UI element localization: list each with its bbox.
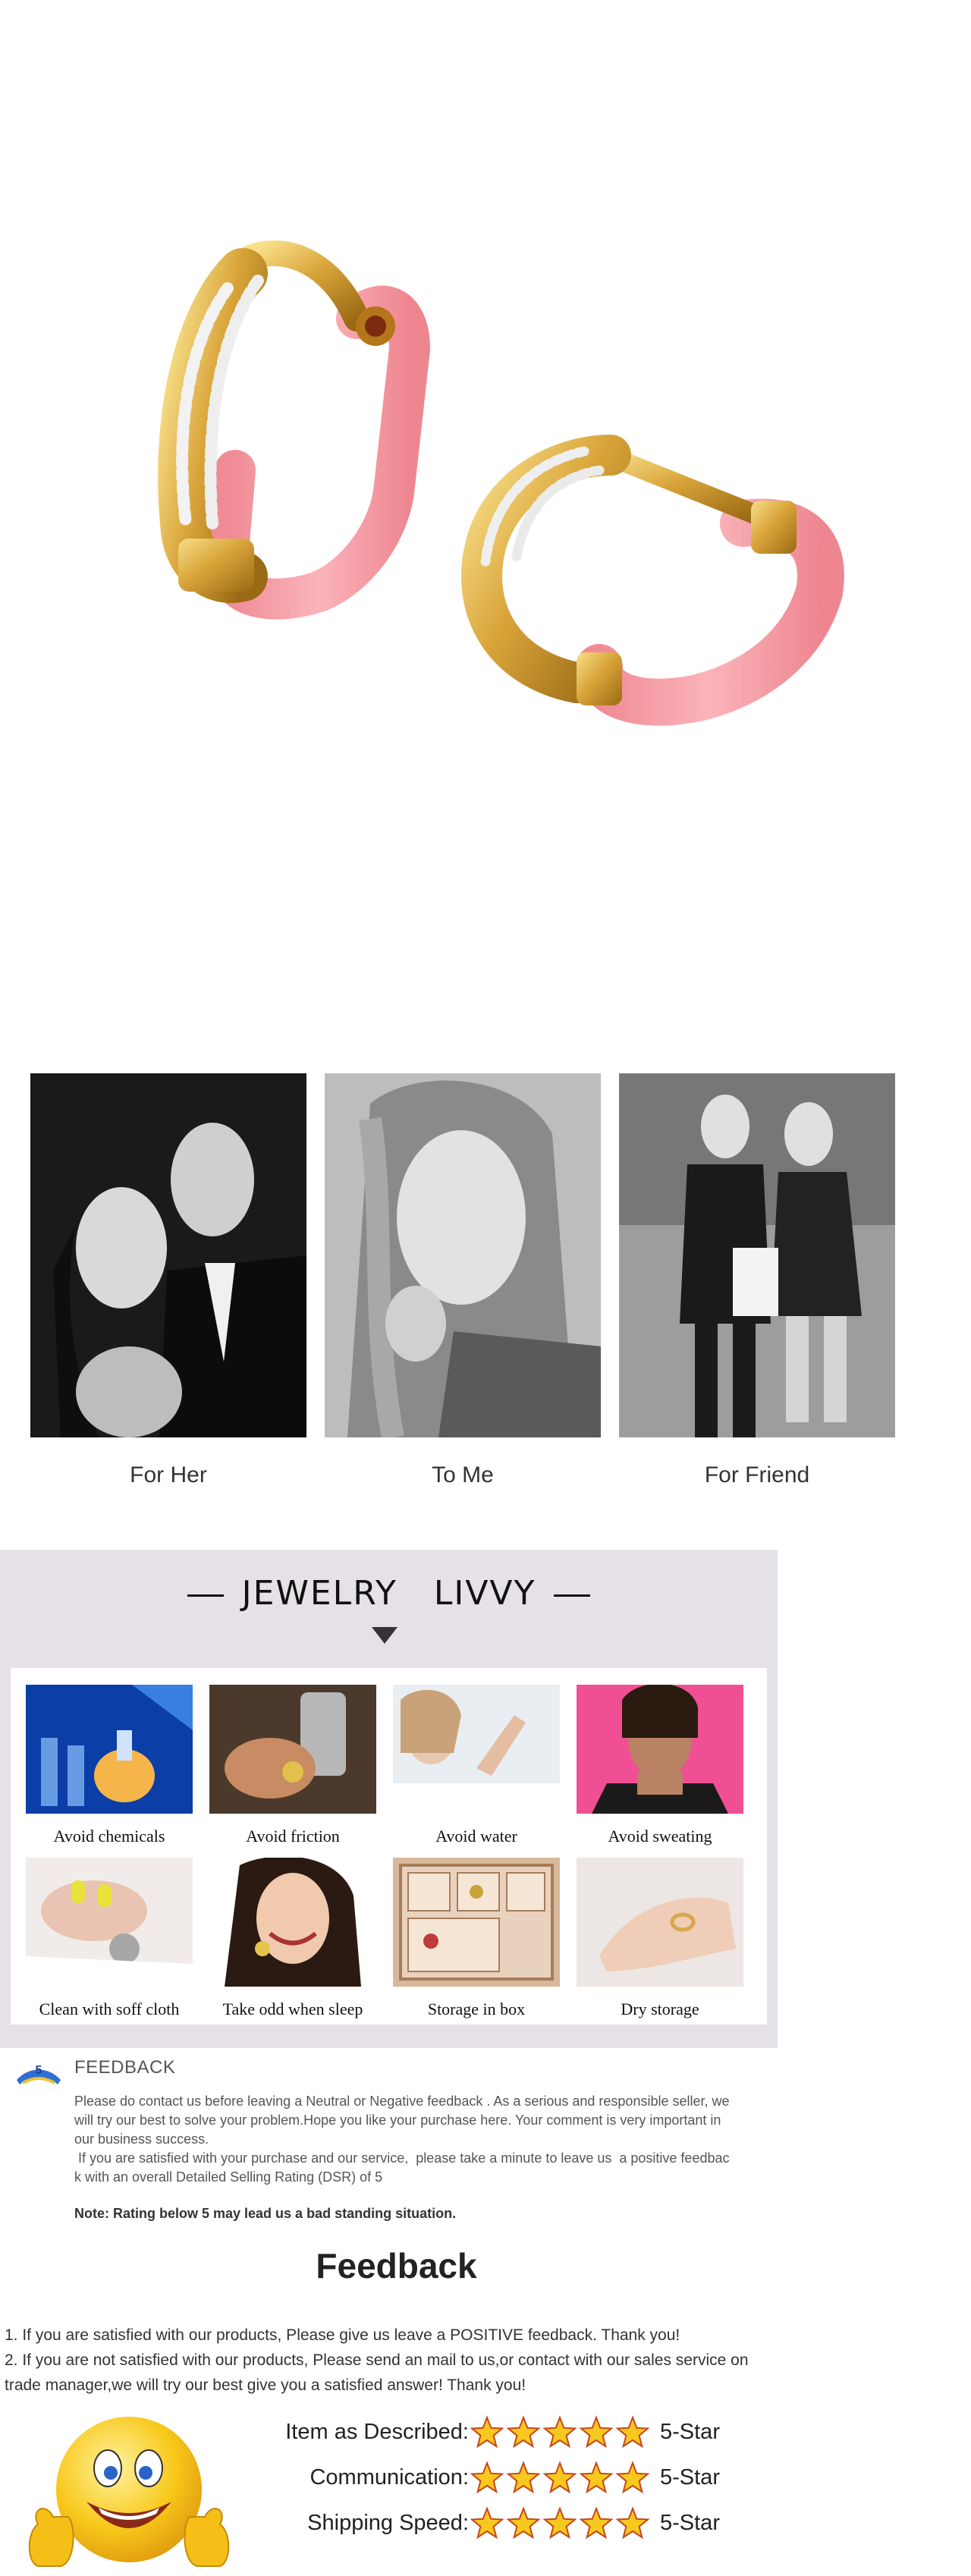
star-icon bbox=[615, 2415, 650, 2449]
care-title: JEWELRY LIVVY bbox=[0, 1574, 778, 1613]
rating-row: Item as Described: 5-Star bbox=[250, 2415, 797, 2453]
feedback-title: Feedback bbox=[316, 2246, 477, 2285]
friction-photo bbox=[209, 1685, 376, 1814]
star-rating bbox=[470, 2461, 650, 2494]
care-title-left: JEWELRY bbox=[241, 1574, 398, 1613]
note-line: Please do contact us before leaving a Ne… bbox=[74, 2094, 730, 2109]
left-hoop-earring bbox=[158, 240, 431, 620]
care-item: Clean with soff cloth bbox=[26, 1858, 193, 2019]
thumbs-up-smiley-icon bbox=[28, 2417, 230, 2567]
gift-card-for-friend: For Friend bbox=[619, 1073, 895, 1488]
rating-value: 5-Star bbox=[660, 2511, 720, 2535]
feedback-note: 5 FEEDBACK Please do contact us before l… bbox=[0, 2048, 804, 2230]
water-photo bbox=[393, 1685, 560, 1814]
care-item: Avoid friction bbox=[209, 1685, 376, 1846]
care-item: Dry storage bbox=[577, 1858, 743, 2019]
star-icon bbox=[579, 2461, 614, 2494]
star-icon bbox=[506, 2415, 541, 2449]
jewelry-care-panel: JEWELRY LIVVY Avoid chemicals Avoid frict bbox=[0, 1550, 778, 2048]
sleep-photo bbox=[209, 1856, 376, 1987]
feedback-instructions: 1. If you are satisfied with our product… bbox=[5, 2323, 809, 2398]
dry-storage-photo bbox=[577, 1858, 743, 1987]
couple-photo bbox=[30, 1073, 306, 1437]
care-item: Avoid chemicals bbox=[26, 1685, 193, 1846]
friends-photo bbox=[619, 1073, 895, 1437]
rating-label: Shipping Speed: bbox=[307, 2511, 469, 2535]
star-icon bbox=[542, 2415, 577, 2449]
care-item: Avoid water bbox=[393, 1685, 560, 1846]
five-star-logo-icon: 5 bbox=[17, 2064, 61, 2084]
instruction-line-2: 2. If you are not satisfied with our pro… bbox=[5, 2351, 749, 2369]
gift-occasions: For Her To Me For Friend bbox=[30, 1073, 903, 1498]
rating-label: Communication: bbox=[310, 2465, 469, 2490]
star-icon bbox=[579, 2506, 614, 2540]
star-icon bbox=[542, 2506, 577, 2540]
gift-card-to-me: To Me bbox=[325, 1073, 601, 1488]
logo-number: 5 bbox=[36, 2064, 42, 2077]
care-item: Storage in box bbox=[393, 1858, 560, 2019]
star-rating bbox=[470, 2506, 650, 2540]
care-tips-grid: Avoid chemicals Avoid friction Avoid wat… bbox=[11, 1668, 767, 2025]
feedback-heading: FEEDBACK bbox=[74, 2057, 176, 2078]
rating-row: Shipping Speed: 5-Star bbox=[250, 2506, 797, 2544]
instruction-line-1: 1. If you are satisfied with our product… bbox=[5, 2326, 680, 2344]
care-item-label: Take odd when sleep bbox=[222, 2000, 363, 2018]
right-hoop-earring bbox=[461, 435, 844, 726]
sweating-photo bbox=[577, 1683, 743, 1814]
note-line: our business success. bbox=[74, 2131, 209, 2147]
star-icon bbox=[470, 2415, 504, 2449]
rating-row: Communication: 5-Star bbox=[250, 2461, 797, 2499]
gift-caption: For Her bbox=[130, 1462, 207, 1487]
rating-value: 5-Star bbox=[660, 2420, 720, 2444]
note-line: will try our best to solve your problem.… bbox=[74, 2113, 721, 2128]
feedback-warning: Note: Rating below 5 may lead us a bad s… bbox=[74, 2206, 457, 2221]
care-item: Take odd when sleep bbox=[209, 1856, 376, 2019]
care-item-label: Clean with soff cloth bbox=[39, 2000, 180, 2018]
title-dash-right bbox=[554, 1594, 591, 1597]
product-photo bbox=[0, 0, 971, 1009]
earrings-image bbox=[158, 240, 844, 726]
instruction-line-2-cont: trade manager,we will try our best give … bbox=[5, 2377, 526, 2394]
care-item-label: Avoid water bbox=[435, 1827, 517, 1846]
care-item-label: Avoid chemicals bbox=[53, 1827, 165, 1846]
rating-value: 5-Star bbox=[660, 2465, 720, 2490]
star-icon bbox=[579, 2415, 614, 2449]
chemicals-photo bbox=[26, 1685, 193, 1814]
star-icon bbox=[470, 2506, 504, 2540]
care-item-label: Storage in box bbox=[427, 2000, 526, 2018]
star-icon bbox=[506, 2461, 541, 2494]
star-icon bbox=[506, 2506, 541, 2540]
gift-card-for-her: For Her bbox=[30, 1073, 306, 1488]
down-triangle-icon bbox=[372, 1627, 398, 1644]
gift-caption: For Friend bbox=[704, 1462, 810, 1487]
care-item: Avoid sweating bbox=[577, 1683, 743, 1846]
care-title-right: LIVVY bbox=[433, 1574, 536, 1613]
star-icon bbox=[615, 2461, 650, 2494]
gift-caption: To Me bbox=[432, 1462, 494, 1487]
note-line: k with an overall Detailed Selling Ratin… bbox=[74, 2169, 383, 2185]
care-item-label: Avoid sweating bbox=[608, 1827, 712, 1846]
care-item-label: Avoid friction bbox=[246, 1827, 340, 1846]
feedback-note-text: Please do contact us before leaving a Ne… bbox=[74, 2092, 795, 2187]
care-item-label: Dry storage bbox=[621, 2000, 699, 2018]
portrait-photo bbox=[325, 1073, 601, 1440]
title-dash-left bbox=[187, 1594, 224, 1597]
rating-label: Item as Described: bbox=[285, 2420, 469, 2444]
star-rating bbox=[470, 2415, 650, 2449]
star-icon bbox=[542, 2461, 577, 2494]
cloth-photo bbox=[26, 1858, 193, 1987]
star-icon bbox=[470, 2461, 504, 2494]
star-icon bbox=[615, 2506, 650, 2540]
note-line: If you are satisfied with your purchase … bbox=[74, 2150, 730, 2166]
storage-box-photo bbox=[393, 1858, 560, 1987]
